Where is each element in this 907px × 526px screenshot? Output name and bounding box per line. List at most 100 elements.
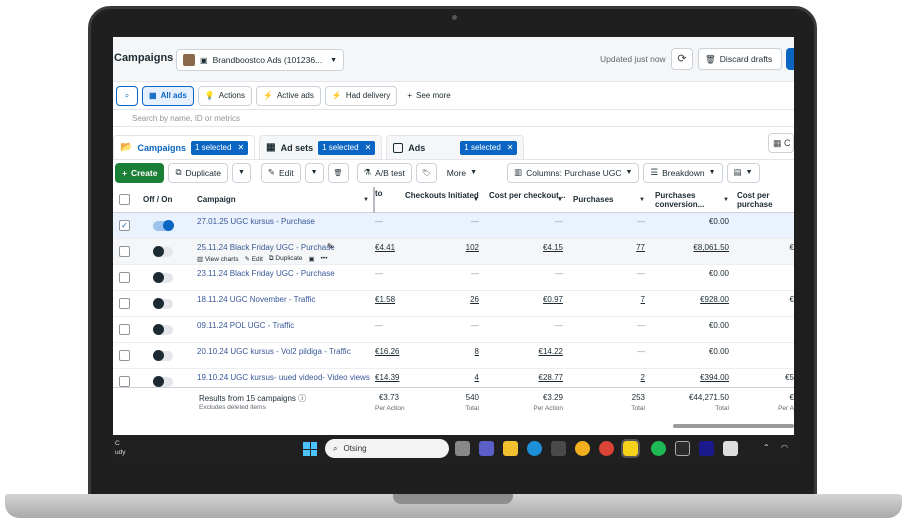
col-purchases-value[interactable]: Purchases conversion... ▼	[655, 187, 733, 213]
refresh-button[interactable]: ⟳	[671, 48, 693, 70]
row-checkbox[interactable]	[119, 376, 130, 387]
cost-checkout-cell: €4.15	[542, 243, 563, 252]
more-button[interactable]: More ▼	[440, 162, 484, 183]
had-delivery-filter[interactable]: ⚡ Had delivery	[324, 85, 398, 106]
campaign-toggle[interactable]	[153, 350, 173, 361]
row-checkbox[interactable]	[119, 350, 130, 361]
row-checkbox[interactable]	[119, 272, 130, 283]
campaign-name-link[interactable]: 20.10.24 UGC kursus - Vol2 pildiga - Tra…	[197, 347, 351, 356]
windows-start-icon[interactable]	[303, 442, 317, 456]
horizontal-scrollbar[interactable]	[673, 424, 794, 428]
close-icon[interactable]: ✕	[237, 143, 244, 152]
col-cost-purchase[interactable]: Cost per purchase	[737, 187, 794, 213]
row-checkbox[interactable]: ✓	[119, 220, 130, 231]
close-icon[interactable]: ✕	[507, 143, 514, 152]
id-icon[interactable]	[699, 441, 714, 456]
pencil-icon[interactable]: ✎	[327, 242, 334, 251]
search-button[interactable]: ⌕	[116, 85, 138, 106]
tab-ads[interactable]: Ads 1 selected ✕	[386, 135, 525, 159]
tag-button[interactable]: 🏷	[415, 162, 437, 183]
account-selector[interactable]: ▣ Brandboostco Ads (101236... ▼	[176, 49, 344, 71]
search-input[interactable]: Search by name, ID or metrics	[113, 109, 794, 127]
create-button[interactable]: + Create	[115, 162, 165, 183]
col-campaign[interactable]: Campaign ▼	[197, 187, 373, 213]
campaign-name-link[interactable]: 27.01.25 UGC kursus - Purchase	[197, 217, 315, 226]
sticky-notes-icon[interactable]	[621, 439, 640, 458]
weather-widget[interactable]: Cudy	[115, 439, 125, 457]
edge-icon[interactable]	[527, 441, 542, 456]
purchases-value-cell: €0.00	[708, 269, 729, 278]
file-explorer-icon[interactable]	[503, 441, 518, 456]
chrome-icon[interactable]	[599, 441, 614, 456]
campaign-name-link[interactable]: 23.11.24 Black Friday UGC - Purchase	[197, 269, 335, 278]
more-icon[interactable]: •••	[321, 255, 328, 263]
col-offon[interactable]: Off / On	[143, 187, 193, 213]
delete-button[interactable]: 🗑	[327, 162, 349, 183]
campaign-toggle[interactable]	[153, 376, 173, 387]
view-charts-link[interactable]: ▥ View charts	[197, 255, 238, 263]
campaign-toggle[interactable]	[153, 246, 173, 257]
actions-filter[interactable]: 💡 Actions	[197, 85, 252, 106]
publish-button[interactable]	[786, 48, 794, 70]
col-cost-per-result[interactable]: to	[375, 187, 399, 213]
row-duplicate-link[interactable]: ⧉ Duplicate	[269, 255, 303, 263]
plus-icon: +	[122, 167, 127, 178]
adsets-selected-pill[interactable]: 1 selected ✕	[318, 140, 376, 155]
tab-ad-sets[interactable]: ▦ Ad sets 1 selected ✕	[259, 135, 383, 159]
table-row[interactable]: 18.11.24 UGC November - Traffic €1.58 26 €0…	[113, 291, 794, 317]
duplicate-button[interactable]: ⧉ Duplicate	[168, 162, 228, 183]
edit-dropdown[interactable]: ▼	[304, 162, 324, 183]
table-row[interactable]: 25.11.24 Black Friday UGC - Purchase ▥ Vi…	[113, 239, 794, 265]
columns-button[interactable]: ▥ Columns: Purchase UGC ▼	[507, 162, 640, 183]
select-all-checkbox[interactable]	[119, 194, 130, 205]
chrome-alt-icon[interactable]	[575, 441, 590, 456]
store-icon[interactable]	[551, 441, 566, 456]
duplicate-dropdown[interactable]: ▼	[231, 162, 251, 183]
row-edit-link[interactable]: ✎ Edit	[244, 255, 262, 263]
info-icon[interactable]: ⓘ	[298, 394, 306, 403]
campaign-name-link[interactable]: 18.11.24 UGC November - Traffic	[197, 295, 315, 304]
table-row[interactable]: ✓ 27.01.25 UGC kursus - Purchase — — — — €0.00	[113, 213, 794, 239]
all-ads-filter[interactable]: ▦ All ads	[142, 85, 194, 106]
task-view-icon[interactable]	[455, 441, 470, 456]
teams-icon[interactable]	[479, 441, 494, 456]
close-icon[interactable]: ✕	[365, 143, 372, 152]
ads-selected-pill[interactable]: 1 selected ✕	[460, 140, 518, 155]
table-row[interactable]: 09.11.24 POL UGC - Traffic — — — — €0.00	[113, 317, 794, 343]
col-checkouts[interactable]: Checkouts Initiated ▼	[405, 187, 483, 213]
purchases-cell: 7	[640, 295, 645, 304]
app-icon[interactable]	[723, 441, 738, 456]
col-purchases[interactable]: Purchases ▼	[573, 187, 649, 213]
table-row[interactable]: 20.10.24 UGC kursus - Vol2 pildiga - Tra…	[113, 343, 794, 369]
spotify-icon[interactable]	[651, 441, 666, 456]
edit-button[interactable]: ✎ Edit	[260, 162, 301, 183]
table-row[interactable]: 23.11.24 Black Friday UGC - Purchase — — — —…	[113, 265, 794, 291]
col-cost-checkout[interactable]: Cost per checkout... ▼	[489, 187, 567, 213]
ab-test-button[interactable]: ⚗ A/B test	[356, 162, 412, 183]
campaign-toggle[interactable]	[153, 220, 174, 231]
row-checkbox[interactable]	[119, 298, 130, 309]
bolt-icon: ⚡	[263, 91, 273, 100]
row-checkbox[interactable]	[119, 324, 130, 335]
discard-drafts-button[interactable]: 🗑 Discard drafts	[698, 48, 782, 70]
reports-button[interactable]: ▦ C	[768, 133, 794, 153]
campaign-toggle[interactable]	[153, 324, 173, 335]
pin-icon[interactable]: ▣	[309, 255, 315, 263]
active-ads-filter[interactable]: ⚡ Active ads	[256, 85, 321, 106]
campaign-name-link[interactable]: 25.11.24 Black Friday UGC - Purchase	[197, 243, 335, 252]
breakdown-button[interactable]: ☰ Breakdown ▼	[643, 162, 723, 183]
row-checkbox[interactable]	[119, 246, 130, 257]
campaign-toggle[interactable]	[153, 272, 173, 283]
tab-campaigns[interactable]: 📂 Campaigns 1 selected ✕	[113, 135, 256, 159]
campaign-name-link[interactable]: 19.10.24 UGC kursus- uued videod- Video …	[197, 373, 370, 382]
toolbar: + Create ⧉ Duplicate ▼ ✎ Edit ▼ 🗑 ⚗ A/B test…	[113, 159, 794, 185]
wifi-icon[interactable]: ◠	[781, 443, 788, 452]
see-more-filter[interactable]: + See more	[401, 86, 456, 106]
reports-dropdown[interactable]: ▤ ▼	[726, 162, 760, 183]
campaign-name-link[interactable]: 09.11.24 POL UGC - Traffic	[197, 321, 294, 330]
tray-chevron-up-icon[interactable]: ⌃	[763, 443, 770, 452]
campaigns-selected-pill[interactable]: 1 selected ✕	[190, 140, 249, 155]
taskbar-search[interactable]: ⌕ Otsing	[325, 439, 449, 458]
campaign-toggle[interactable]	[153, 298, 173, 309]
app-icon[interactable]	[675, 441, 690, 456]
